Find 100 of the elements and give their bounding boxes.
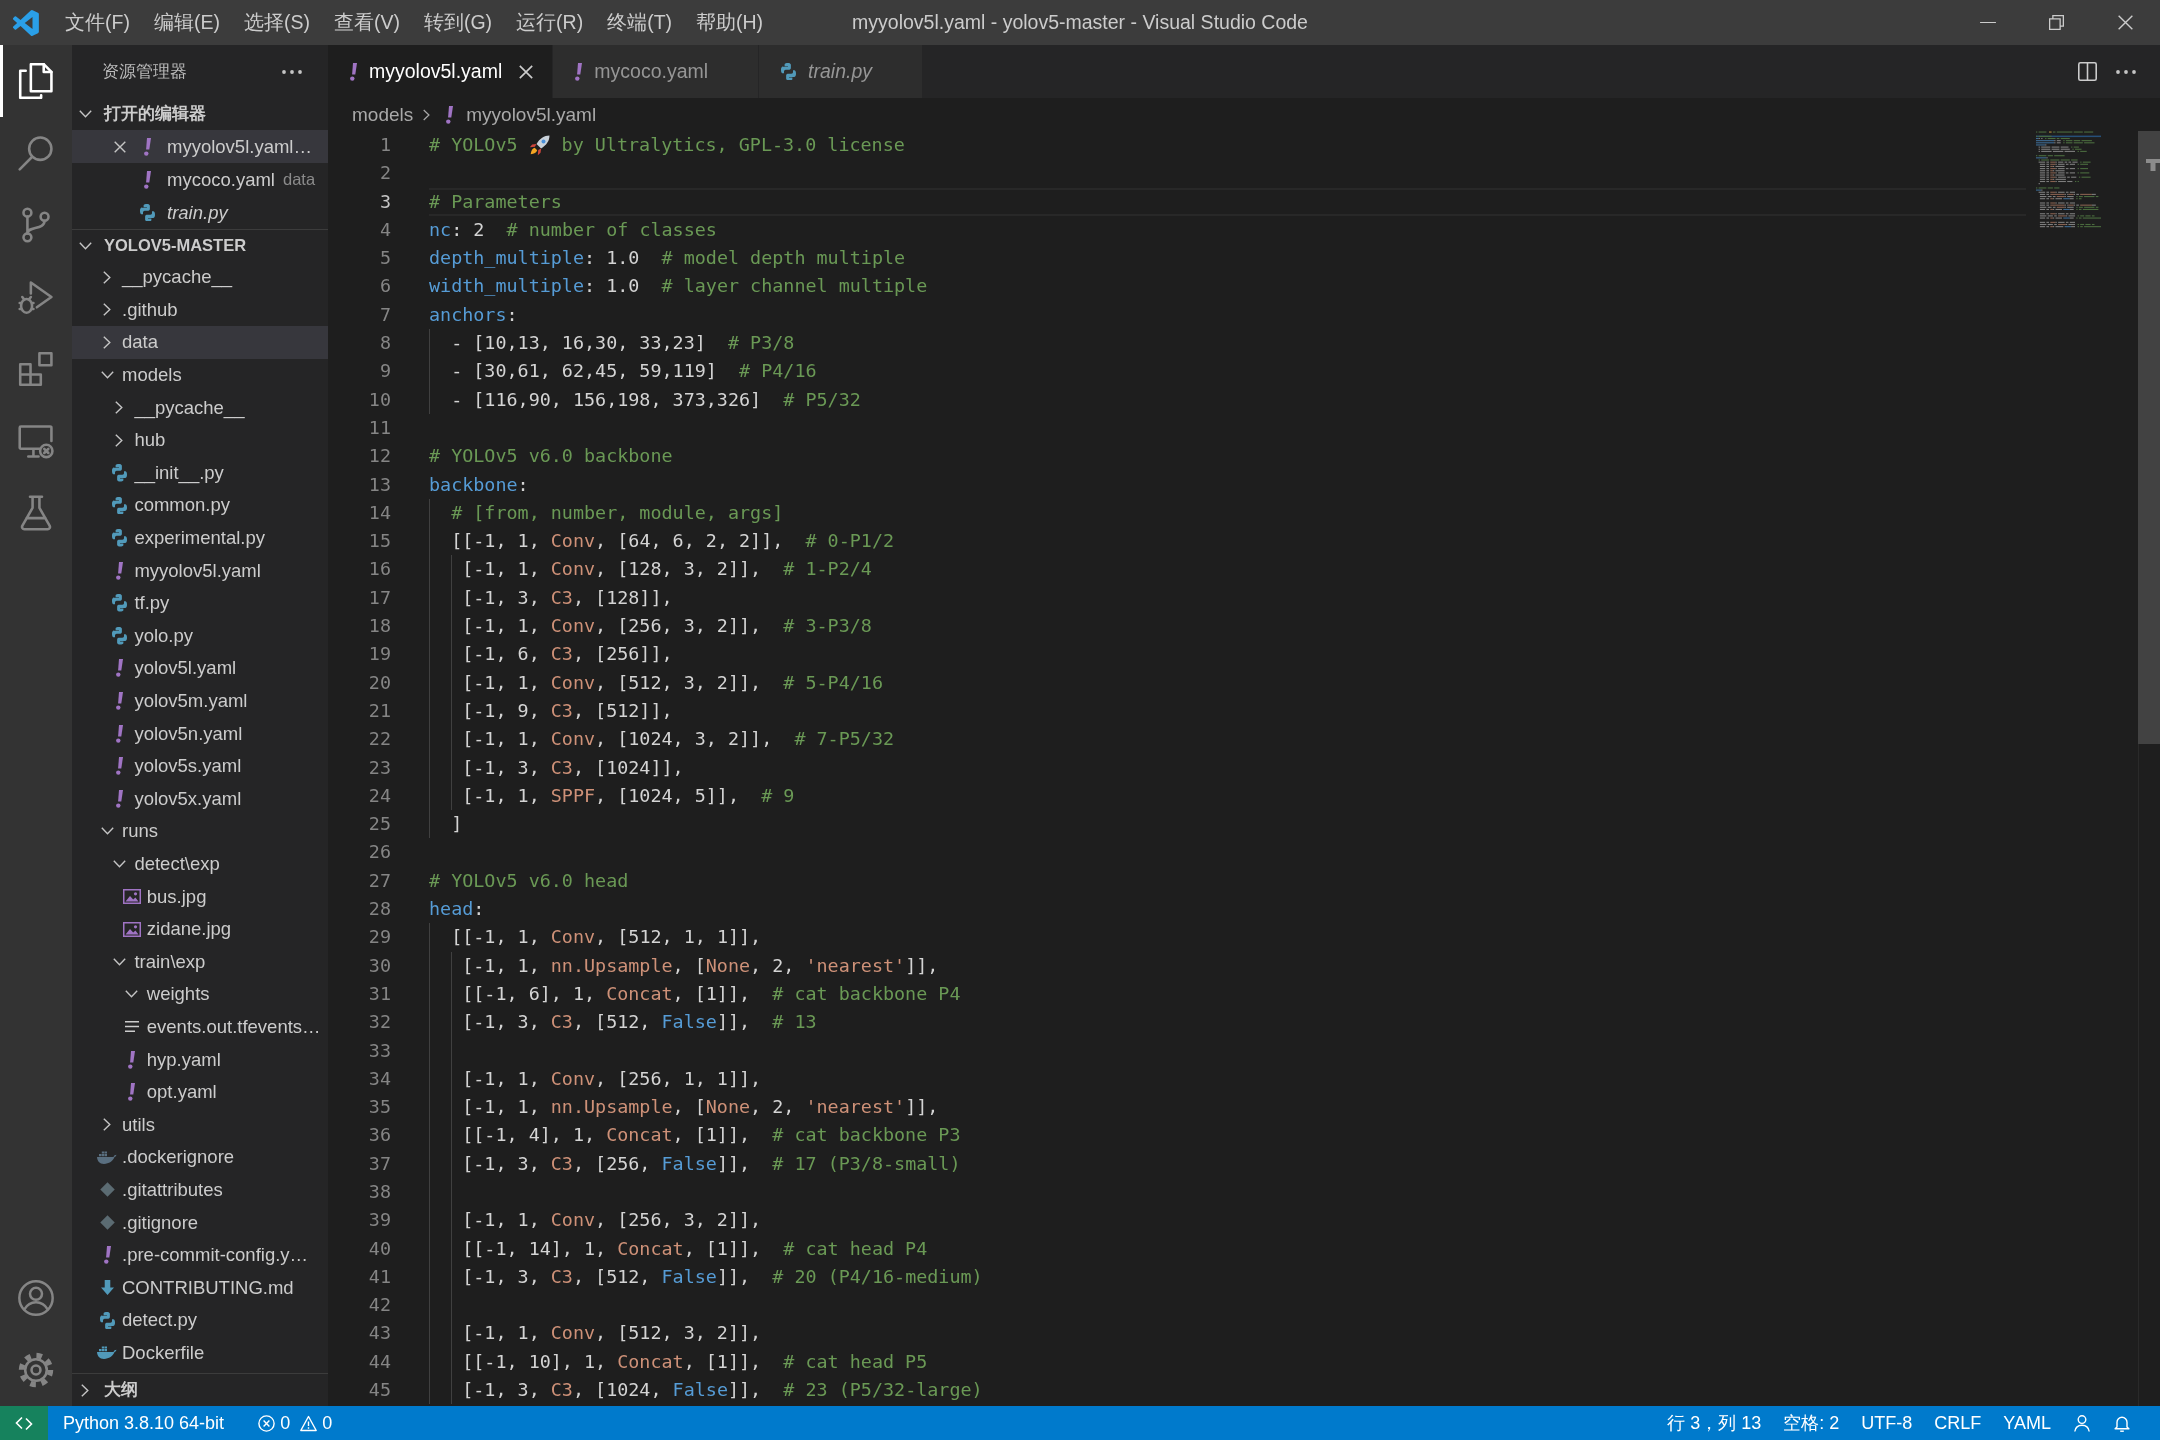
exclamation-icon — [115, 692, 123, 710]
interpreter-status[interactable]: Python 3.8.10 64-bit — [48, 1406, 235, 1440]
problems-status[interactable]: 0 0 — [248, 1406, 343, 1440]
line-number: 36 — [368, 1123, 391, 1148]
more-icon[interactable] — [2116, 69, 2136, 74]
code-line: # [from, number, module, args] — [451, 500, 784, 525]
editor-tab[interactable]: myyolov5l.yaml — [328, 45, 554, 98]
code-line: nc: 2 # number of classes — [429, 217, 717, 242]
tree-item[interactable]: .dockerignore — [72, 1141, 328, 1174]
code-line: [[-1, 6], 1, Concat, [1]], # cat backbone P4 — [462, 981, 961, 1006]
tree-item[interactable]: models — [72, 358, 328, 392]
tree-item[interactable]: experimental.py — [72, 521, 328, 555]
indentation-status[interactable]: 空格: 2 — [1772, 1406, 1851, 1440]
tree-item[interactable]: yolov5l.yaml — [72, 652, 328, 685]
remote-button[interactable] — [0, 1406, 48, 1440]
line-ending-status[interactable]: CRLF — [1923, 1406, 1993, 1440]
line-number: 14 — [368, 500, 391, 525]
menu-item[interactable]: 终端(T) — [595, 0, 685, 45]
menu-item[interactable]: 运行(R) — [504, 0, 596, 45]
line-number: 25 — [368, 812, 391, 837]
tree-item[interactable]: detect.py — [72, 1304, 328, 1337]
breadcrumb-item[interactable]: models — [352, 103, 414, 126]
menu-item[interactable]: 文件(F) — [53, 0, 142, 45]
tree-item[interactable]: .github — [72, 293, 328, 327]
tree-item[interactable]: data — [72, 326, 328, 359]
tree-item[interactable]: yolov5s.yaml — [72, 749, 328, 783]
menu-item[interactable]: 选择(S) — [231, 0, 322, 45]
tree-item[interactable]: weights — [72, 978, 328, 1011]
section-header[interactable]: 打开的编辑器 — [72, 98, 328, 130]
tree-item[interactable]: common.py — [72, 489, 328, 522]
close-icon — [2118, 15, 2133, 30]
tree-item[interactable]: tf.py — [72, 586, 328, 620]
file-description: data — [282, 170, 316, 189]
tree-item[interactable]: .gitattributes — [72, 1173, 328, 1207]
exclamation-icon — [446, 105, 454, 124]
tree-item[interactable]: zidane.jpg — [72, 912, 328, 946]
breadcrumb-item[interactable]: myyolov5l.yaml — [446, 103, 597, 126]
menu-item[interactable]: 帮助(H) — [684, 0, 776, 45]
code-line: # YOLOv5 v6.0 head — [429, 868, 629, 893]
tree-item[interactable]: runs — [72, 815, 328, 848]
close-icon[interactable] — [519, 64, 534, 79]
line-number: 17 — [368, 585, 391, 610]
tree-item[interactable]: utils — [72, 1108, 328, 1142]
tree-item[interactable]: train\exp — [72, 945, 328, 979]
whale-icon — [97, 1150, 117, 1164]
split-editor-icon[interactable] — [2078, 62, 2097, 81]
line-number: 39 — [368, 1208, 391, 1233]
menu-item[interactable]: 转到(G) — [411, 0, 505, 45]
open-editor-item[interactable]: mycoco.yaml data — [72, 163, 328, 196]
whale-icon — [97, 1346, 117, 1360]
line-number: 7 — [379, 302, 391, 327]
line-number: 10 — [368, 387, 391, 412]
tree-item[interactable]: yolov5n.yaml — [72, 717, 328, 750]
tree-item[interactable]: events.out.tfevents… — [72, 1010, 328, 1044]
code-line: ] — [451, 812, 463, 837]
tree-item[interactable]: yolov5m.yaml — [72, 684, 328, 718]
tree-item[interactable]: detect\exp — [72, 847, 328, 881]
scrollbar-thumb[interactable] — [2138, 131, 2160, 744]
menu-item[interactable]: 查看(V) — [321, 0, 412, 45]
exclamation-icon — [128, 1083, 136, 1102]
open-editor-item[interactable]: myyolov5l.yaml… — [72, 130, 328, 163]
menu-item[interactable]: 编辑(E) — [141, 0, 232, 45]
tree-item[interactable]: Dockerfile — [72, 1336, 328, 1370]
tree-item[interactable]: bus.jpg — [72, 880, 328, 913]
tree-item[interactable]: __init__.py — [72, 456, 328, 490]
code-line: [[-1, 1, Conv, [512, 1, 1]], — [451, 925, 762, 950]
code-line: [-1, 3, C3, [256, False]], # 17 (P3/8-small) — [462, 1151, 961, 1176]
editor-tab[interactable]: train.py — [759, 45, 924, 98]
close-icon[interactable] — [114, 140, 126, 153]
line-number: 30 — [368, 953, 391, 978]
code-line: - [30,61, 62,45, 59,119] # P4/16 — [451, 359, 817, 384]
exclamation-icon — [143, 137, 151, 156]
code-line: [[-1, 10], 1, Concat, [1]], # cat head P5 — [462, 1349, 928, 1374]
editor-tab[interactable]: mycoco.yaml — [553, 45, 760, 98]
tree-item[interactable]: .pre-commit-config.y… — [72, 1238, 328, 1272]
line-number: 32 — [368, 1010, 391, 1035]
line-number: 12 — [368, 444, 391, 469]
code-line: [-1, 1, Conv, [256, 3, 2]], # 3-P3/8 — [462, 614, 872, 639]
language-mode[interactable]: YAML — [1992, 1406, 2062, 1440]
tree-item[interactable]: yolo.py — [72, 619, 328, 653]
tree-item[interactable]: myyolov5l.yaml — [72, 554, 328, 587]
tree-item[interactable]: hyp.yaml — [72, 1043, 328, 1076]
tree-item[interactable]: __pycache__ — [72, 391, 328, 424]
encoding-status[interactable]: UTF-8 — [1850, 1406, 1924, 1440]
tree-item[interactable]: opt.yaml — [72, 1075, 328, 1109]
tree-item[interactable]: hub — [72, 423, 328, 457]
line-number: 13 — [368, 472, 391, 497]
minimap[interactable] — [2036, 131, 2101, 228]
cursor-position[interactable]: 行 3，列 13 — [1656, 1406, 1773, 1440]
more-icon[interactable] — [282, 69, 302, 74]
code-line: width_multiple: 1.0 # layer channel multiple — [429, 274, 928, 299]
line-number: 45 — [368, 1378, 391, 1403]
tree-item[interactable]: CONTRIBUTING.md — [72, 1271, 328, 1304]
code-line: [-1, 1, Conv, [1024, 3, 2]], # 7-P5/32 — [462, 727, 895, 752]
tree-item[interactable]: .gitignore — [72, 1206, 328, 1239]
tree-item[interactable]: yolov5x.yaml — [72, 782, 328, 816]
open-editor-item[interactable]: train.py — [72, 196, 328, 229]
line-number: 42 — [368, 1293, 391, 1318]
tree-item[interactable]: __pycache__ — [72, 261, 328, 294]
code-line: [-1, 3, C3, [512, False]], # 20 (P4/16-medium) — [462, 1264, 983, 1289]
